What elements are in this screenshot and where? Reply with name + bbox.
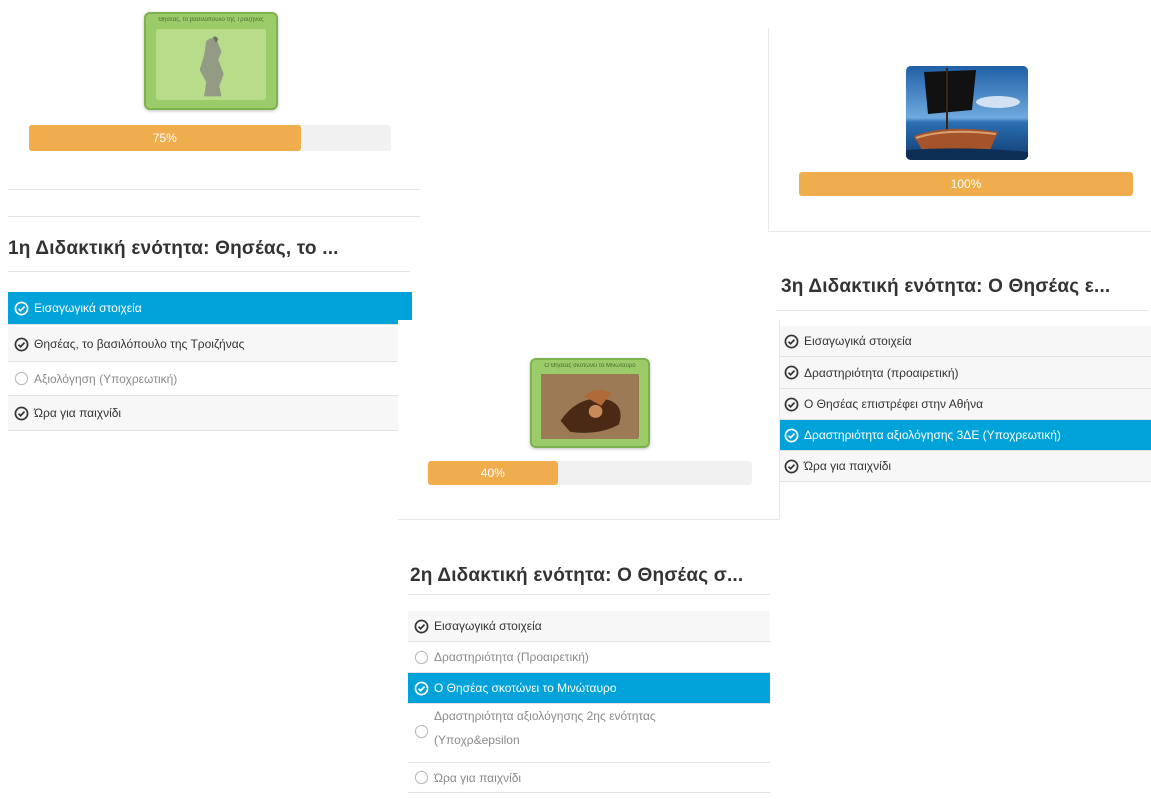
lesson-label: Δραστηριότητα αξιολόγησης 3ΔΕ (Υποχρεωτι… bbox=[804, 428, 1061, 442]
divider bbox=[8, 189, 420, 190]
divider bbox=[408, 594, 770, 595]
lesson-item[interactable]: Ο Θησέας επιστρέφει στην Αθήνα bbox=[778, 389, 1151, 420]
unit-3-panel: 3η Διδακτική ενότητα: Ο Θησέας ε... Εισα… bbox=[768, 258, 1151, 498]
minotaur-image bbox=[541, 373, 639, 440]
lesson-label: Ώρα για παιχνίδι bbox=[804, 459, 892, 473]
unit-2-progress-bar: 40% bbox=[428, 461, 752, 485]
unit-1-progress-label: 75% bbox=[152, 131, 177, 145]
lesson-label: Αξιολόγηση (Υποχρεωτική) bbox=[34, 371, 178, 386]
check-circle-icon bbox=[14, 301, 29, 315]
lesson-item[interactable]: Αξιολόγηση (Υποχρεωτική) bbox=[8, 362, 398, 396]
unit-3-card: 100% bbox=[768, 28, 1151, 232]
lesson-item[interactable]: Ώρα για παιχνίδι bbox=[8, 396, 398, 431]
lesson-item[interactable]: Ο Θησέας σκοτώνει το Μινώταυρο bbox=[408, 673, 770, 704]
check-circle-icon bbox=[784, 365, 799, 380]
lesson-label: Ο Θησέας επιστρέφει στην Αθήνα bbox=[804, 397, 984, 411]
lesson-label: Ώρα για παιχνίδι bbox=[434, 770, 522, 785]
unit-2-thumbnail[interactable]: Ο Θησέας σκοτώνει το Μινώταυρο bbox=[530, 358, 650, 448]
lesson-label: Θησέας, το βασιλόπουλο της Τροιζήνας bbox=[34, 337, 245, 351]
lesson-item[interactable]: Δραστηριότητα (προαιρετική) bbox=[778, 357, 1151, 389]
unit-1-thumbnail-caption: Θησέας, το βασιλόπουλο της Τροιζήνας bbox=[158, 17, 264, 23]
lesson-label-continued: (Υποχρ&epsilon bbox=[434, 733, 520, 747]
lesson-label: Ώρα για παιχνίδι bbox=[34, 406, 122, 420]
lesson-label: Εισαγωγικά στοιχεία bbox=[34, 301, 142, 315]
check-circle-icon bbox=[414, 681, 429, 695]
unit-3-thumbnail[interactable] bbox=[906, 66, 1028, 160]
check-circle-icon bbox=[414, 619, 429, 633]
unit-2-progress-label: 40% bbox=[480, 466, 505, 480]
lesson-label: Δραστηριότητα (Προαιρετική) bbox=[434, 650, 589, 664]
divider bbox=[8, 271, 410, 272]
empty-circle-icon bbox=[414, 770, 429, 785]
empty-circle-icon bbox=[414, 650, 429, 664]
divider bbox=[776, 310, 1148, 311]
check-circle-icon bbox=[14, 337, 29, 351]
lesson-item[interactable]: Θησέας, το βασιλόπουλο της Τροιζήνας bbox=[8, 327, 398, 362]
lesson-item[interactable]: Εισαγωγικά στοιχεία bbox=[8, 292, 412, 325]
unit-2-lesson-list: Εισαγωγικά στοιχεία Δραστηριότητα (Προαι… bbox=[408, 611, 770, 793]
empty-circle-icon bbox=[414, 724, 429, 739]
check-circle-icon bbox=[784, 397, 799, 411]
check-circle-icon bbox=[784, 428, 799, 442]
lesson-item[interactable]: Ώρα για παιχνίδι bbox=[778, 451, 1151, 482]
unit-2-thumbnail-image bbox=[541, 373, 639, 440]
check-circle-icon bbox=[14, 406, 29, 420]
unit-3-progress-label: 100% bbox=[950, 177, 982, 191]
lesson-label: Εισαγωγικά στοιχεία bbox=[804, 334, 912, 348]
unit-1-progress-bar: 75% bbox=[29, 125, 391, 151]
unit-1-thumbnail-image bbox=[156, 29, 266, 101]
divider bbox=[8, 216, 420, 217]
lesson-label: Δραστηριότητα αξιολόγησης 2ης ενότητας bbox=[434, 709, 656, 723]
unit-1-lesson-list-cont: Θησέας, το βασιλόπουλο της Τροιζήνας Αξι… bbox=[8, 327, 398, 431]
lesson-item[interactable]: Δραστηριότητα (Προαιρετική) bbox=[408, 642, 770, 673]
lesson-item[interactable]: Δραστηριότητα αξιολόγησης 3ΔΕ (Υποχρεωτι… bbox=[778, 420, 1151, 451]
lesson-label: Εισαγωγικά στοιχεία bbox=[434, 619, 542, 633]
lesson-item[interactable]: Εισαγωγικά στοιχεία bbox=[778, 326, 1151, 357]
unit-3-lesson-list: Εισαγωγικά στοιχεία Δραστηριότητα (προαι… bbox=[778, 326, 1151, 482]
unit-1-title[interactable]: 1η Διδακτική ενότητα: Θησέας, το ... bbox=[8, 238, 339, 260]
unit-1-lesson-list: Εισαγωγικά στοιχεία bbox=[8, 292, 412, 325]
statue-icon bbox=[200, 36, 225, 97]
lesson-item[interactable]: Εισαγωγικά στοιχεία bbox=[408, 611, 770, 642]
unit-3-title[interactable]: 3η Διδακτική ενότητα: Ο Θησέας ε... bbox=[781, 276, 1110, 298]
unit-2-title[interactable]: 2η Διδακτική ενότητα: Ο Θησέας σ... bbox=[410, 565, 743, 587]
unit-1-thumbnail[interactable]: Θησέας, το βασιλόπουλο της Τροιζήνας bbox=[144, 12, 278, 110]
lesson-label-wrap: Δραστηριότητα αξιολόγησης 2ης ενότητας (… bbox=[434, 704, 656, 752]
empty-circle-icon bbox=[14, 371, 29, 386]
unit-2-thumbnail-caption: Ο Θησέας σκοτώνει το Μινώταυρο bbox=[544, 363, 636, 369]
lesson-item[interactable]: Δραστηριότητα αξιολόγησης 2ης ενότητας (… bbox=[408, 704, 770, 763]
unit-2-card: Ο Θησέας σκοτώνει το Μινώταυρο 40% bbox=[398, 320, 780, 520]
lesson-item[interactable]: Ώρα για παιχνίδι bbox=[408, 763, 770, 793]
lesson-label: Ο Θησέας σκοτώνει το Μινώταυρο bbox=[434, 681, 617, 695]
lesson-label: Δραστηριότητα (προαιρετική) bbox=[804, 365, 959, 380]
unit-2-panel: 2η Διδακτική ενότητα: Ο Θησέας σ... Εισα… bbox=[400, 545, 780, 799]
check-circle-icon bbox=[784, 334, 799, 348]
unit-3-progress-bar: 100% bbox=[799, 172, 1133, 196]
ship-image bbox=[906, 66, 1028, 160]
unit-1-panel: Θησέας, το βασιλόπουλο της Τροιζήνας 75%… bbox=[0, 0, 420, 440]
check-circle-icon bbox=[784, 459, 799, 473]
